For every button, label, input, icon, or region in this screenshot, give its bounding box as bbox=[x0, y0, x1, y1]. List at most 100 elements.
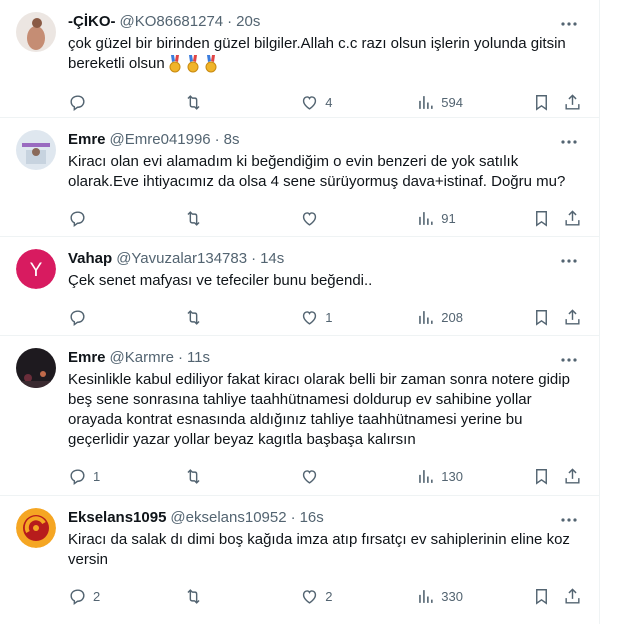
more-options-button[interactable] bbox=[559, 350, 579, 370]
share-button[interactable] bbox=[563, 308, 583, 327]
reply-button[interactable]: 2 bbox=[68, 587, 184, 606]
more-options-button[interactable] bbox=[559, 14, 579, 34]
like-icon bbox=[303, 469, 317, 484]
separator: · bbox=[214, 131, 220, 148]
like-button[interactable]: 4 bbox=[300, 93, 416, 112]
reply-icon bbox=[70, 94, 85, 111]
view-count: 594 bbox=[441, 94, 463, 110]
more-options-button[interactable] bbox=[559, 251, 579, 271]
retweet-button[interactable] bbox=[184, 308, 300, 327]
bookmark-button[interactable] bbox=[532, 93, 563, 112]
like-button[interactable]: 2 bbox=[300, 587, 416, 606]
views-icon bbox=[419, 95, 433, 109]
reply-button[interactable] bbox=[68, 308, 184, 327]
user-handle[interactable]: @Emre041996 bbox=[110, 130, 211, 150]
tweet[interactable]: Y Vahap @Yavuzalar134783 · 14s Çek senet… bbox=[0, 237, 599, 336]
display-name[interactable]: Ekselans1095 bbox=[68, 508, 166, 528]
timestamp[interactable]: 14s bbox=[260, 249, 284, 269]
avatar[interactable] bbox=[16, 348, 56, 388]
retweet-icon bbox=[187, 309, 200, 325]
more-icon bbox=[561, 22, 577, 26]
like-button[interactable] bbox=[300, 467, 416, 486]
like-icon bbox=[303, 211, 317, 226]
tweet-text: Çek senet mafyası ve tefeciler bunu beğe… bbox=[68, 272, 373, 289]
share-icon bbox=[565, 587, 580, 604]
display-name[interactable]: -ÇİKO- bbox=[68, 12, 116, 32]
retweet-icon bbox=[187, 94, 200, 110]
views-button[interactable]: 91 bbox=[416, 209, 532, 228]
timestamp[interactable]: 8s bbox=[224, 130, 240, 150]
bookmark-icon bbox=[536, 468, 548, 485]
like-button[interactable]: 1 bbox=[300, 308, 416, 327]
more-icon bbox=[561, 140, 577, 144]
user-handle[interactable]: @KO86681274 bbox=[120, 12, 224, 32]
reply-button[interactable] bbox=[68, 93, 184, 112]
share-button[interactable] bbox=[563, 93, 583, 112]
tweet[interactable]: Emre @Karmre · 11s Kesinlikle kabul edil… bbox=[0, 336, 599, 496]
retweet-icon bbox=[187, 210, 200, 226]
views-button[interactable]: 330 bbox=[416, 587, 532, 606]
more-options-button[interactable] bbox=[559, 132, 579, 152]
timestamp[interactable]: 11s bbox=[187, 348, 210, 368]
reply-icon bbox=[70, 468, 85, 485]
share-button[interactable] bbox=[563, 587, 583, 606]
separator: · bbox=[290, 509, 296, 526]
like-icon bbox=[303, 589, 317, 604]
view-count: 208 bbox=[441, 309, 463, 325]
avatar[interactable] bbox=[16, 130, 56, 170]
bookmark-icon bbox=[536, 94, 548, 111]
views-button[interactable]: 594 bbox=[416, 93, 532, 112]
display-name[interactable]: Emre bbox=[68, 348, 106, 368]
more-options-button[interactable] bbox=[559, 510, 579, 530]
tweet-text: Kiracı da salak dı dimi boş kağıda imza … bbox=[68, 531, 575, 568]
retweet-button[interactable] bbox=[184, 93, 300, 112]
retweet-button[interactable] bbox=[184, 209, 300, 228]
timestamp[interactable]: 20s bbox=[236, 12, 260, 32]
reply-count: 1 bbox=[93, 468, 101, 484]
medal-icon bbox=[205, 55, 217, 73]
bookmark-button[interactable] bbox=[532, 467, 563, 486]
bookmark-icon bbox=[536, 210, 548, 227]
separator: · bbox=[177, 349, 183, 366]
display-name[interactable]: Emre bbox=[68, 130, 106, 150]
reply-button[interactable]: 1 bbox=[68, 467, 184, 486]
tweet[interactable]: Ekselans1095 @ekselans10952 · 16s Kiracı… bbox=[0, 496, 599, 624]
reply-button[interactable] bbox=[68, 209, 184, 228]
retweet-icon bbox=[187, 468, 200, 484]
user-handle[interactable]: @Yavuzalar134783 bbox=[116, 249, 247, 269]
share-button[interactable] bbox=[563, 209, 583, 228]
views-button[interactable]: 208 bbox=[416, 308, 532, 327]
tweet[interactable]: -ÇİKO- @KO86681274 · 20s çok güzel bir b… bbox=[0, 0, 599, 118]
reply-icon bbox=[70, 588, 85, 605]
separator: · bbox=[227, 13, 233, 30]
like-button[interactable] bbox=[300, 209, 416, 228]
user-handle[interactable]: @Karmre bbox=[110, 348, 174, 368]
reply-count: 2 bbox=[93, 588, 101, 604]
views-button[interactable]: 130 bbox=[416, 467, 532, 486]
bookmark-button[interactable] bbox=[532, 308, 563, 327]
avatar-letter: Y bbox=[30, 260, 43, 281]
retweet-button[interactable] bbox=[184, 467, 300, 486]
avatar[interactable] bbox=[16, 508, 56, 548]
tweet-text: çok güzel bir birinden güzel bilgiler.Al… bbox=[68, 35, 570, 72]
medal-icon bbox=[169, 55, 181, 73]
bookmark-button[interactable] bbox=[532, 209, 563, 228]
tweet[interactable]: Emre @Emre041996 · 8s Kiracı olan evi al… bbox=[0, 118, 599, 237]
separator: · bbox=[251, 250, 257, 267]
retweet-button[interactable] bbox=[184, 587, 300, 606]
share-button[interactable] bbox=[563, 467, 583, 486]
more-icon bbox=[561, 259, 577, 263]
display-name[interactable]: Vahap bbox=[68, 249, 112, 269]
like-count: 2 bbox=[325, 588, 333, 604]
avatar[interactable]: Y bbox=[16, 249, 56, 289]
bookmark-button[interactable] bbox=[532, 587, 563, 606]
view-count: 130 bbox=[441, 468, 463, 484]
view-count: 330 bbox=[441, 588, 463, 604]
avatar[interactable] bbox=[16, 12, 56, 52]
bookmark-icon bbox=[536, 588, 548, 605]
views-icon bbox=[419, 589, 433, 603]
like-count: 4 bbox=[325, 94, 333, 110]
user-handle[interactable]: @ekselans10952 bbox=[170, 508, 286, 528]
timestamp[interactable]: 16s bbox=[300, 508, 324, 528]
like-icon bbox=[303, 310, 317, 325]
